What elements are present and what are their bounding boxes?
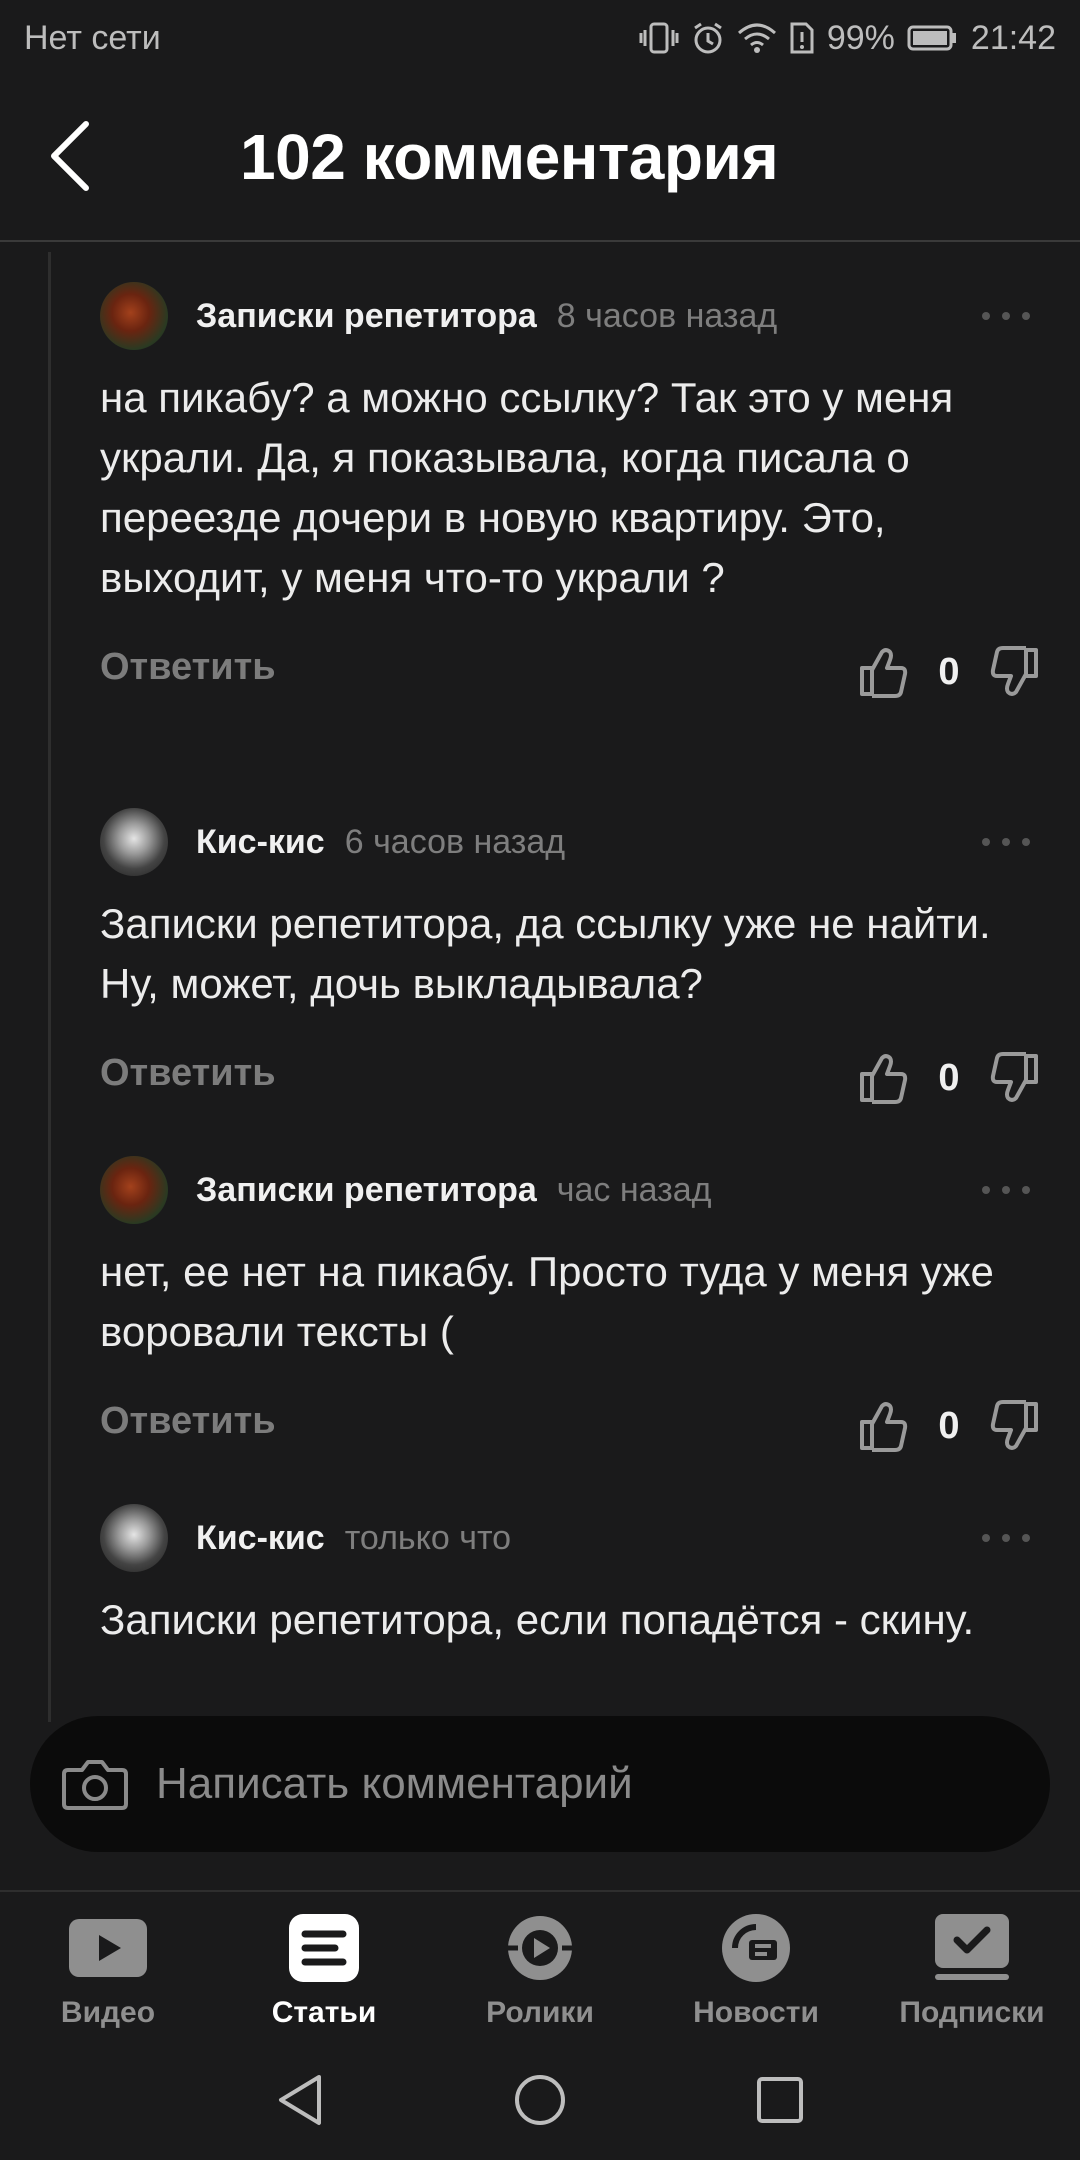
header: 102 комментария <box>0 76 1080 242</box>
comment-time: 8 часов назад <box>556 296 778 335</box>
comment-author[interactable]: Записки репетитора <box>196 297 537 336</box>
wifi-icon <box>737 23 776 53</box>
nav-label: Новости <box>693 1996 819 2029</box>
like-count: 0 <box>938 1056 960 1099</box>
page-title: 102 комментария <box>240 121 779 193</box>
back-button[interactable] <box>40 116 100 196</box>
nav-subscriptions[interactable]: Подписки <box>864 1892 1080 2040</box>
network-status: Нет сети <box>24 18 161 57</box>
comment-input[interactable]: Написать комментарий <box>30 1716 1050 1852</box>
status-icons: 99% 21:42 <box>639 19 1056 58</box>
circle-home-icon <box>515 2075 565 2125</box>
nav-label: Ролики <box>486 1996 594 2029</box>
dislike-icon[interactable] <box>990 1400 1040 1452</box>
dislike-icon[interactable] <box>990 646 1040 698</box>
nav-label: Статьи <box>271 1996 377 2029</box>
comment-author[interactable]: Записки репетитора <box>196 1171 537 1210</box>
camera-icon[interactable] <box>62 1756 128 1812</box>
shorts-icon <box>498 1912 582 1984</box>
comment-header: Записки репетитора 8 часов назад <box>100 276 1040 356</box>
comment-time: час назад <box>556 1170 712 1209</box>
system-recents-button[interactable] <box>660 2075 900 2125</box>
thread-line <box>48 252 51 1722</box>
votes: 0 <box>858 632 1040 712</box>
news-icon <box>714 1912 798 1984</box>
battery-icon <box>907 25 956 51</box>
triangle-back-icon <box>279 2075 321 2125</box>
status-bar: Нет сети 99% 21:42 <box>0 0 1080 76</box>
comment-time: только что <box>344 1518 512 1557</box>
like-icon[interactable] <box>858 646 908 698</box>
comment-time: 6 часов назад <box>344 822 566 861</box>
comment: Записки репетитора 8 часов назад на пика… <box>100 276 1040 712</box>
votes: 0 <box>858 1038 1040 1118</box>
subscriptions-icon <box>930 1912 1014 1984</box>
comment-text: нет, ее нет на пикабу. Просто туда у мен… <box>100 1248 994 1355</box>
system-home-button[interactable] <box>420 2073 660 2127</box>
nav-label: Видео <box>60 1996 156 2029</box>
system-navigation <box>0 2040 1080 2160</box>
dislike-icon[interactable] <box>990 1052 1040 1104</box>
comment: Записки репетитора час назад нет, ее нет… <box>100 1150 1040 1466</box>
comment-actions: Ответить 0 <box>100 1386 1040 1466</box>
like-count: 0 <box>938 1404 960 1447</box>
comment-header: Кис-кис 6 часов назад <box>100 802 1040 882</box>
more-options-button[interactable] <box>982 1180 1030 1200</box>
alarm-icon <box>694 22 722 54</box>
nav-shorts[interactable]: Ролики <box>432 1892 648 2040</box>
chevron-left-icon <box>51 121 89 191</box>
reply-button[interactable]: Ответить <box>100 1400 276 1443</box>
comment-actions: Ответить 0 <box>100 632 1040 712</box>
comment-author[interactable]: Кис-кис <box>196 1519 325 1558</box>
nav-video[interactable]: Видео <box>0 1892 216 2040</box>
bottom-navigation: Видео Статьи Ролики Новости Подписки <box>0 1890 1080 2040</box>
vibrate-icon <box>639 22 679 54</box>
articles-icon <box>282 1912 366 1984</box>
like-icon[interactable] <box>858 1052 908 1104</box>
comment-header: Записки репетитора час назад <box>100 1150 1040 1230</box>
more-options-button[interactable] <box>982 306 1030 326</box>
avatar[interactable] <box>100 1156 168 1224</box>
nav-news[interactable]: Новости <box>648 1892 864 2040</box>
comment-header: Кис-кис только что <box>100 1498 1040 1578</box>
comment: Кис-кис только что Записки репетитора, е… <box>100 1498 1040 1650</box>
comment-text: Записки репетитора, если попадётся - ски… <box>100 1596 975 1643</box>
nav-label: Подписки <box>899 1996 1045 2029</box>
more-options-button[interactable] <box>982 832 1030 852</box>
nav-articles[interactable]: Статьи <box>216 1892 432 2040</box>
reply-button[interactable]: Ответить <box>100 646 276 689</box>
avatar[interactable] <box>100 808 168 876</box>
reply-button[interactable]: Ответить <box>100 1052 276 1095</box>
sim-alert-icon <box>790 22 814 54</box>
comment-text: на пикабу? а можно ссылку? Так это у мен… <box>100 374 954 601</box>
video-icon <box>66 1912 150 1984</box>
like-count: 0 <box>938 650 960 693</box>
clock: 21:42 <box>970 18 1056 57</box>
battery-percent: 99% <box>826 18 895 57</box>
square-recents-icon <box>757 2077 803 2123</box>
more-options-button[interactable] <box>982 1528 1030 1548</box>
comment-author[interactable]: Кис-кис <box>196 823 325 862</box>
comment: Кис-кис 6 часов назад Записки репетитора… <box>100 802 1040 1118</box>
votes: 0 <box>858 1386 1040 1466</box>
avatar[interactable] <box>100 282 168 350</box>
like-icon[interactable] <box>858 1400 908 1452</box>
comment-input-placeholder: Написать комментарий <box>156 1759 633 1808</box>
comment-actions: Ответить 0 <box>100 1038 1040 1118</box>
system-back-button[interactable] <box>180 2073 420 2127</box>
comment-text: Записки репетитора, да ссылку уже не най… <box>100 900 991 1007</box>
avatar[interactable] <box>100 1504 168 1572</box>
